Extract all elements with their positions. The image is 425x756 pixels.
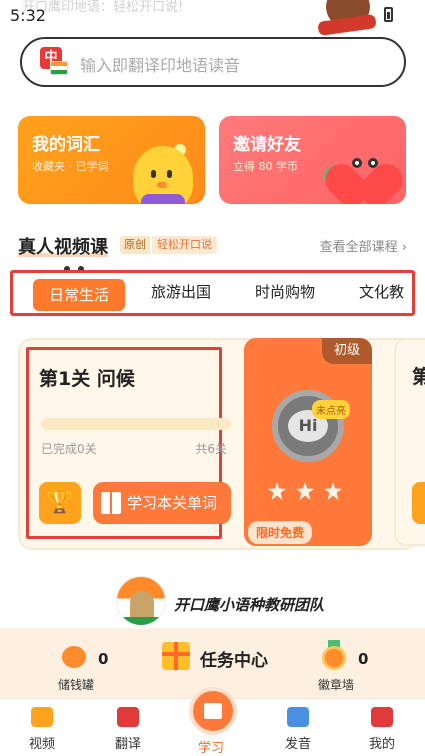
video-icon [31, 707, 53, 727]
piggy-bank-icon[interactable] [62, 646, 86, 668]
next-lesson-card[interactable]: 第 [394, 338, 425, 546]
piggy-bank-count: 0 [98, 650, 109, 668]
medal-icon[interactable] [322, 646, 346, 670]
translate-icon [117, 707, 139, 727]
nav-translate-label: 翻译 [114, 737, 141, 752]
star-icon [324, 482, 342, 500]
medal-wall-label: 徽章墙 [318, 678, 355, 692]
nav-pronounce-label: 发音 [284, 737, 311, 752]
status-ghost-text: 开口鹰印地语：轻松开口说! [22, 0, 184, 15]
pronounce-icon [287, 707, 309, 727]
locked-tag: 未点亮 [312, 400, 350, 419]
level-card[interactable]: 初级 Hi 未点亮 限时免费 [244, 338, 372, 546]
lesson-total-text: 共6关 [195, 442, 227, 456]
piggy-bank-label: 储钱罐 [58, 678, 95, 692]
nav-video[interactable]: 视频 [12, 707, 72, 752]
team-name: 开口鹰小语种教研团队 [174, 596, 325, 614]
team-logo [116, 576, 166, 626]
gift-icon[interactable] [162, 642, 190, 670]
nav-translate[interactable]: 翻译 [98, 707, 158, 752]
study-words-button[interactable]: 学习本关单词 [93, 482, 231, 524]
status-time: 5:32 [10, 6, 46, 25]
original-badge: 原创 [120, 236, 150, 254]
tab-fashion-shopping[interactable]: 时尚购物 [255, 281, 315, 302]
my-vocabulary-subtitle: 收藏夹 · 已学词 [32, 160, 109, 173]
status-bar: 开口鹰印地语：轻松开口说! 5:32 [0, 0, 425, 36]
next-lesson-button[interactable] [412, 482, 425, 524]
star-icon [296, 482, 314, 500]
chick-mascot-icon [133, 146, 193, 204]
star-rating [268, 482, 348, 502]
tab-travel[interactable]: 旅游出国 [151, 281, 211, 302]
nav-pronounce[interactable]: 发音 [268, 707, 328, 752]
search-placeholder: 输入即翻译印地语读音 [80, 56, 241, 75]
invite-friends-title: 邀请好友 [233, 135, 301, 155]
tab-daily-life[interactable]: 日常生活 [33, 279, 125, 311]
battery-icon [384, 7, 393, 22]
profile-icon [371, 707, 393, 727]
next-lesson-title: 第 [412, 366, 425, 388]
star-icon [268, 482, 286, 500]
nav-profile-label: 我的 [368, 737, 395, 752]
lesson-completed-text: 已完成0关 [41, 442, 97, 456]
medal-count: 0 [358, 650, 369, 668]
bottom-nav: 视频 翻译 学习 发音 我的 [0, 687, 425, 756]
task-center-button[interactable]: 任务中心 [200, 646, 268, 671]
level-tag: 初级 [322, 338, 372, 364]
nav-video-label: 视频 [28, 737, 55, 752]
tab-culture[interactable]: 文化教 [359, 281, 404, 302]
search-bar[interactable]: 中 输入即翻译印地语读音 [20, 37, 406, 87]
section-title: 真人视频课 [18, 233, 108, 259]
easy-speak-badge: 轻松开口说 [152, 236, 217, 254]
nav-study[interactable] [189, 687, 237, 735]
mascot-eagle-icon [317, 0, 377, 36]
invite-friends-subtitle: 立得 80 学币 [233, 160, 298, 173]
free-tag: 限时免费 [248, 521, 313, 544]
my-vocabulary-card[interactable]: 我的词汇 收藏夹 · 已学词 [18, 116, 205, 204]
nav-profile[interactable]: 我的 [352, 707, 412, 752]
lesson-card-greeting[interactable]: 第1关 问候 已完成0关 共6关 🏆 学习本关单词 [26, 347, 231, 539]
nav-study-label: 学习 [198, 741, 225, 756]
heart-mascot-icon [318, 144, 406, 204]
trophy-button[interactable]: 🏆 [39, 482, 81, 524]
book-icon [101, 492, 121, 514]
study-words-label: 学习本关单词 [127, 494, 218, 512]
trophy-icon: 🏆 [46, 490, 74, 515]
my-vocabulary-title: 我的词汇 [32, 135, 100, 155]
category-tabs: 日常生活 旅游出国 时尚购物 文化教 [10, 270, 415, 316]
lesson-title: 第1关 问候 [39, 368, 135, 390]
invite-friends-card[interactable]: 邀请好友 立得 80 学币 [219, 116, 406, 204]
lesson-progress-bar [41, 418, 231, 430]
translate-flag-icon: 中 [40, 47, 70, 77]
view-all-courses-link[interactable]: 查看全部课程 › [320, 236, 407, 255]
book-icon [204, 703, 222, 719]
